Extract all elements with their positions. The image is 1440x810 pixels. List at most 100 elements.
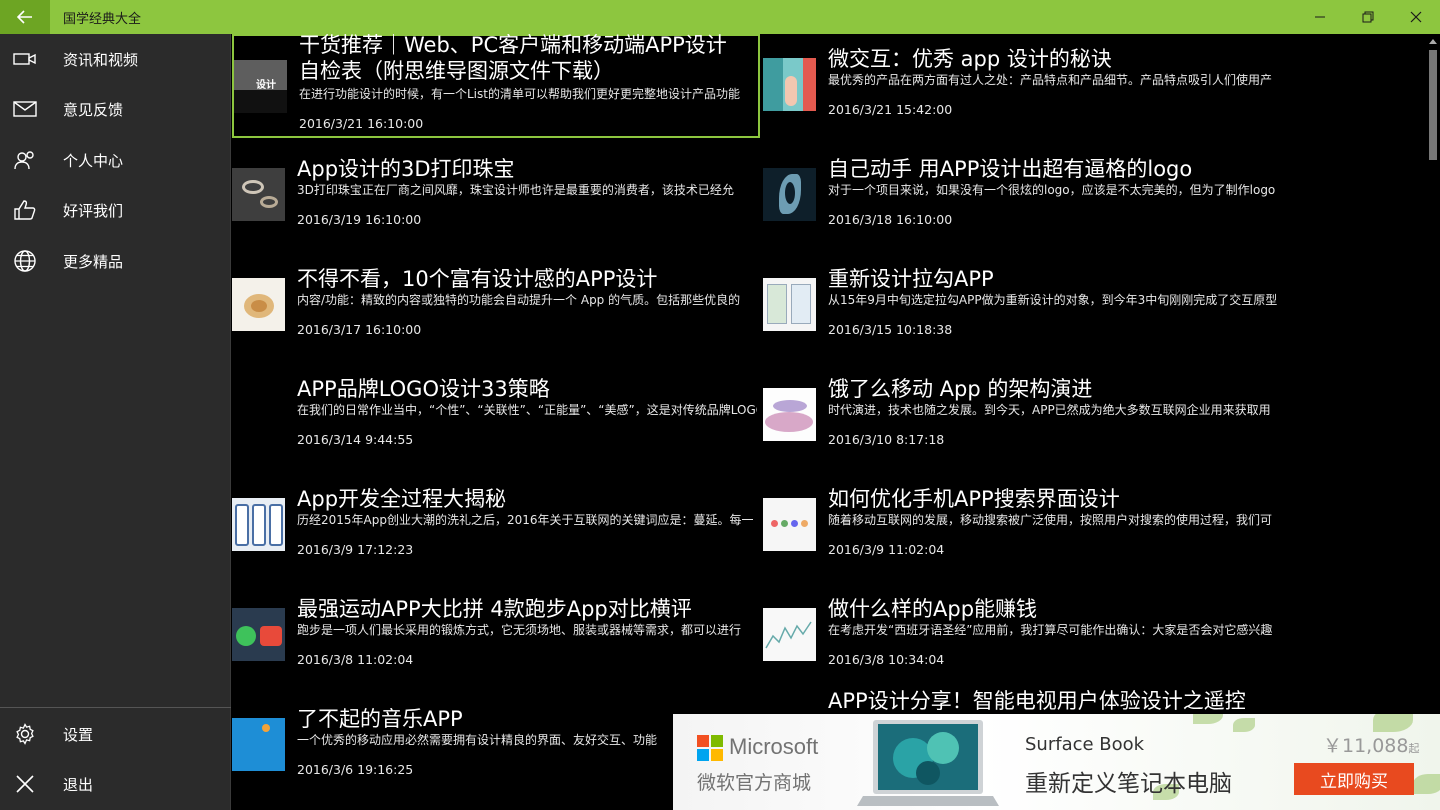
- article-title: APP品牌LOGO设计33策略: [297, 377, 550, 401]
- sidebar-item-exit[interactable]: 退出: [0, 759, 231, 809]
- sidebar-item-label: 意见反馈: [63, 100, 124, 119]
- article-title: 自己动手 用APP设计出超有逼格的logo: [828, 157, 1193, 181]
- minimize-button[interactable]: [1296, 0, 1344, 34]
- article-summary: 在考虑开发“西班牙语圣经”应用前，我打算尽可能作出确认：大家是否会对它感兴趣: [828, 623, 1273, 637]
- article-grid: 设计 干货推荐｜Web、PC客户端和移动端APP设计 自检表（附思维导图源文件下…: [232, 34, 1426, 810]
- article-title: 重新设计拉勾APP: [828, 267, 994, 291]
- vertical-scrollbar[interactable]: [1426, 34, 1440, 810]
- article-thumbnail: 设计: [234, 60, 287, 113]
- back-button[interactable]: [0, 0, 50, 34]
- article-card[interactable]: 设计 干货推荐｜Web、PC客户端和移动端APP设计 自检表（附思维导图源文件下…: [232, 34, 760, 138]
- article-card[interactable]: 微交互：优秀 app 设计的秘诀 最优秀的产品在两方面有过人之处：产品特点和产品…: [763, 34, 1291, 138]
- people-icon: [0, 135, 50, 185]
- microsoft-logo-icon: [697, 735, 723, 761]
- article-date: 2016/3/9 17:12:23: [297, 542, 414, 557]
- article-card[interactable]: 重新设计拉勾APP 从15年9月中旬选定拉勾APP做为重新设计的对象，到今年3中…: [763, 254, 1291, 358]
- sidebar-item-feedback[interactable]: 意见反馈: [0, 84, 231, 134]
- sidebar-item-label: 设置: [63, 725, 94, 744]
- video-camera-icon: [0, 34, 50, 84]
- article-card[interactable]: App开发全过程大揭秘 历经2015年App创业大潮的洗礼之后，2016年关于互…: [232, 474, 760, 578]
- minimize-icon: [1315, 16, 1325, 18]
- sidebar-divider: [0, 707, 231, 708]
- ad-price: ￥11,088起: [1323, 735, 1420, 757]
- article-title: 微交互：优秀 app 设计的秘诀: [828, 47, 1112, 71]
- article-date: 2016/3/9 11:02:04: [828, 542, 945, 557]
- article-thumbnail: [763, 388, 816, 441]
- article-summary: 3D打印珠宝正在厂商之间风靡，珠宝设计师也许是最重要的消费者，该技术已经允: [297, 183, 734, 197]
- sidebar: 资讯和视频 意见反馈 个人中心 好评我们 更多精品 设置 退出: [0, 34, 231, 810]
- article-card[interactable]: 自己动手 用APP设计出超有逼格的logo 对于一个项目来说，如果没有一个很炫的…: [763, 144, 1291, 248]
- restore-button[interactable]: [1344, 0, 1392, 34]
- scroll-thumb[interactable]: [1429, 50, 1437, 160]
- sidebar-item-label: 好评我们: [63, 201, 124, 220]
- article-card[interactable]: APP品牌LOGO设计33策略 在我们的日常作业当中，“个性”、“关联性”、“正…: [232, 364, 760, 468]
- app-title: 国学经典大全: [63, 11, 142, 27]
- article-thumbnail: [763, 168, 816, 221]
- article-card[interactable]: 不得不看，10个富有设计感的APP设计 内容/功能：精致的内容或独特的功能会自动…: [232, 254, 760, 358]
- article-date: 2016/3/10 8:17:18: [828, 432, 945, 447]
- article-title: App开发全过程大揭秘: [297, 487, 507, 511]
- article-date: 2016/3/6 19:16:25: [297, 762, 414, 777]
- close-window-button[interactable]: [1392, 0, 1440, 34]
- laptop-image: [853, 718, 1003, 810]
- article-date: 2016/3/15 10:18:38: [828, 322, 953, 337]
- ad-banner[interactable]: Microsoft 微软官方商城 Surface Book 重新定义笔记本电脑 …: [673, 714, 1440, 810]
- buy-now-button[interactable]: 立即购买: [1294, 763, 1414, 795]
- article-card[interactable]: 饿了么移动 App 的架构演进 时代演进，技术也随之发展。到今天，APP已然成为…: [763, 364, 1291, 468]
- scroll-up-icon[interactable]: [1426, 34, 1440, 48]
- article-thumbnail: [763, 58, 816, 111]
- ad-brand: Microsoft: [729, 734, 819, 759]
- article-card[interactable]: 如何优化手机APP搜索界面设计 随着移动互联网的发展，移动搜索被广泛使用，按照用…: [763, 474, 1291, 578]
- article-thumbnail: [232, 718, 285, 771]
- thumbs-up-icon: [0, 185, 50, 235]
- ad-store-name: 微软官方商城: [697, 772, 812, 794]
- sidebar-item-more-apps[interactable]: 更多精品: [0, 236, 231, 286]
- restore-icon: [1362, 11, 1374, 23]
- sidebar-item-news-video[interactable]: 资讯和视频: [0, 34, 231, 84]
- article-date: 2016/3/17 16:10:00: [297, 322, 422, 337]
- article-summary: 对于一个项目来说，如果没有一个很炫的logo，应该是不太完美的，但为了制作log…: [828, 183, 1276, 197]
- window-controls: [1296, 0, 1440, 34]
- article-title: 干货推荐｜Web、PC客户端和移动端APP设计 自检表（附思维导图源文件下载）: [299, 34, 727, 83]
- mail-icon: [0, 84, 50, 134]
- article-thumbnail: [232, 278, 285, 331]
- article-summary: 在我们的日常作业当中，“个性”、“关联性”、“正能量”、“美感”，这是对传统品牌…: [297, 403, 757, 417]
- article-title: 最强运动APP大比拼 4款跑步App对比横评: [297, 597, 692, 621]
- article-date: 2016/3/8 10:34:04: [828, 652, 945, 667]
- article-title: App设计的3D打印珠宝: [297, 157, 515, 181]
- close-icon: [0, 759, 50, 809]
- article-summary: 在进行功能设计的时候，有一个List的清单可以帮助我们更好更完整地设计产品功能: [299, 87, 740, 101]
- article-date: 2016/3/21 15:42:00: [828, 102, 953, 117]
- sidebar-item-settings[interactable]: 设置: [0, 709, 231, 759]
- sidebar-item-label: 个人中心: [63, 151, 124, 170]
- article-date: 2016/3/14 9:44:55: [297, 432, 414, 447]
- article-card[interactable]: 做什么样的App能赚钱 在考虑开发“西班牙语圣经”应用前，我打算尽可能作出确认：…: [763, 584, 1291, 688]
- article-thumbnail: [232, 168, 285, 221]
- article-card[interactable]: App设计的3D打印珠宝 3D打印珠宝正在厂商之间风靡，珠宝设计师也许是最重要的…: [232, 144, 760, 248]
- article-date: 2016/3/18 16:10:00: [828, 212, 953, 227]
- article-date: 2016/3/21 16:10:00: [299, 116, 424, 131]
- article-summary: 时代演进，技术也随之发展。到今天，APP已然成为绝大多数互联网企业用来获取用: [828, 403, 1271, 417]
- sidebar-item-profile[interactable]: 个人中心: [0, 135, 231, 185]
- gear-icon: [0, 709, 50, 759]
- article-summary: 随着移动互联网的发展，移动搜索被广泛使用，按照用户对搜索的使用过程，我们可: [828, 513, 1273, 527]
- article-title: 做什么样的App能赚钱: [828, 597, 1038, 621]
- article-summary: 最优秀的产品在两方面有过人之处：产品特点和产品细节。产品特点吸引人们使用产: [828, 73, 1273, 87]
- article-thumbnail: [763, 608, 816, 661]
- sidebar-item-rate-us[interactable]: 好评我们: [0, 185, 231, 235]
- ad-product-name: Surface Book: [1025, 734, 1145, 755]
- article-date: 2016/3/8 11:02:04: [297, 652, 414, 667]
- sidebar-item-label: 退出: [63, 775, 94, 794]
- article-title: 如何优化手机APP搜索界面设计: [828, 487, 1120, 511]
- article-thumbnail: [232, 608, 285, 661]
- article-thumbnail: [232, 498, 285, 551]
- article-summary: 跑步是一项人们最长采用的锻炼方式，它无须场地、服装或器械等需求，都可以进行: [297, 623, 742, 637]
- article-title: APP设计分享！智能电视用户体验设计之遥控: [828, 689, 1246, 713]
- article-card[interactable]: 最强运动APP大比拼 4款跑步App对比横评 跑步是一项人们最长采用的锻炼方式，…: [232, 584, 760, 688]
- article-thumbnail: [763, 278, 816, 331]
- back-arrow-icon: [17, 10, 32, 24]
- article-thumbnail: [763, 498, 816, 551]
- article-summary: 历经2015年App创业大潮的洗礼之后，2016年关于互联网的关键词应是：蔓延。…: [297, 513, 754, 527]
- title-bar: 国学经典大全: [0, 0, 1440, 34]
- globe-icon: [0, 236, 50, 286]
